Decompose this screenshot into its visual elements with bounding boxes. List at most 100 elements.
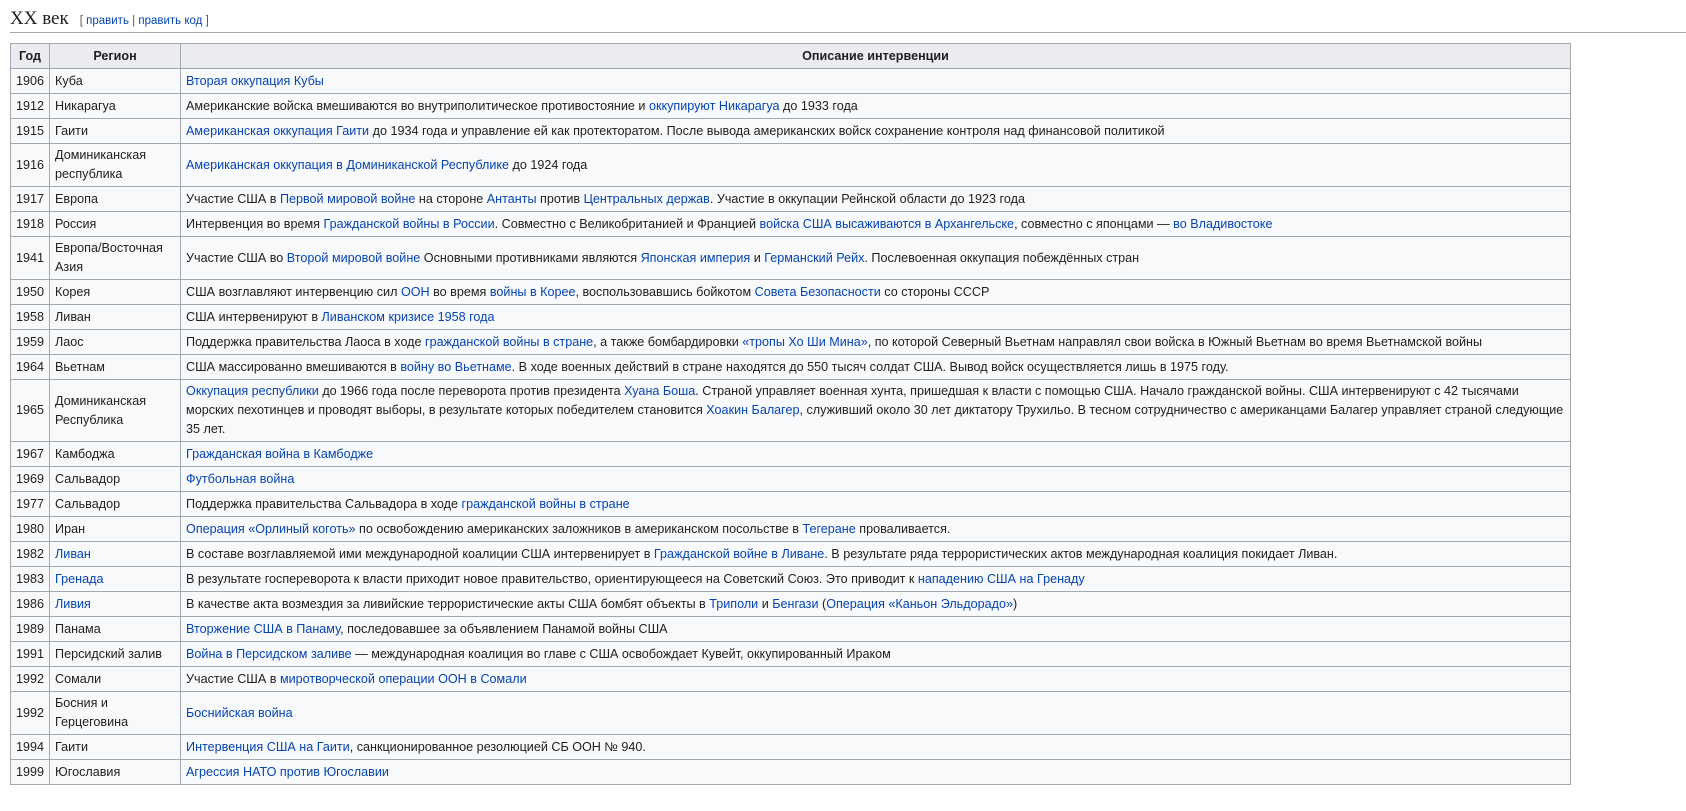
table-row: 1967 Камбоджа Гражданская война в Камбодже xyxy=(9,441,1572,467)
description-link[interactable]: Операция «Орлиный коготь» xyxy=(186,522,356,536)
table-header-row: Год Регион Описание интервенции xyxy=(9,43,1572,69)
region-text: Иран xyxy=(55,521,86,536)
description-link[interactable]: Ливанском кризисе 1958 года xyxy=(322,310,495,324)
header-region[interactable]: Регион xyxy=(49,43,182,69)
cell-year: 1912 xyxy=(9,93,51,119)
description-link[interactable]: Бенгази xyxy=(772,597,818,611)
cell-description: Поддержка правительства Сальвадора в ход… xyxy=(180,491,1572,517)
description-link[interactable]: во Владивостоке xyxy=(1173,217,1272,231)
region-link[interactable]: Гренада xyxy=(55,572,103,586)
cell-description: Поддержка правительства Лаоса в ходе гра… xyxy=(180,329,1572,355)
cell-region: Гаити xyxy=(49,118,182,144)
description-link[interactable]: Совета Безопасности xyxy=(755,285,881,299)
description-text: . Послевоенная оккупация побеждённых стр… xyxy=(864,250,1140,265)
description-link[interactable]: гражданской войны в стране xyxy=(462,497,630,511)
description-link[interactable]: Второй мировой войне xyxy=(287,251,421,265)
description-text: — международная коалиция во главе с США … xyxy=(351,646,891,661)
table-row: 1986 Ливия В качестве акта возмездия за ли… xyxy=(9,591,1572,617)
description-link[interactable]: ООН xyxy=(401,285,430,299)
region-text: Куба xyxy=(55,73,83,88)
description-link[interactable]: оккупируют Никарагуа xyxy=(649,99,780,113)
description-link[interactable]: Германский Рейх xyxy=(764,251,864,265)
description-link[interactable]: Футбольная война xyxy=(186,472,294,486)
description-link[interactable]: войска США высаживаются в Архангельске xyxy=(760,217,1015,231)
region-text: Сальвадор xyxy=(55,496,121,511)
description-text: США интервенируют в xyxy=(186,309,322,324)
description-link[interactable]: Боснийская война xyxy=(186,706,293,720)
description-link[interactable]: Триполи xyxy=(709,597,758,611)
description-link[interactable]: Оккупация республики xyxy=(186,384,319,398)
cell-year: 1969 xyxy=(9,466,51,492)
description-link[interactable]: Операция «Каньон Эльдорадо» xyxy=(826,597,1013,611)
description-link[interactable]: нападению США на Гренаду xyxy=(918,572,1085,586)
description-link[interactable]: Гражданской войне в Ливане xyxy=(654,547,824,561)
description-link[interactable]: Хуана Боша xyxy=(624,384,695,398)
description-link[interactable]: Гражданская война в Камбодже xyxy=(186,447,373,461)
description-link[interactable]: Первой мировой войне xyxy=(280,192,415,206)
description-link[interactable]: миротворческой операции ООН в Сомали xyxy=(280,672,527,686)
table-row: 1999 Югославия Агрессия НАТО против Югосла… xyxy=(9,759,1572,785)
description-text: , санкционированное резолюцией СБ ООН № … xyxy=(349,739,646,754)
description-text: проваливается. xyxy=(855,521,951,536)
cell-description: США интервенируют в Ливанском кризисе 19… xyxy=(180,304,1572,330)
description-link[interactable]: Война в Персидском заливе xyxy=(186,647,352,661)
region-link[interactable]: Ливия xyxy=(55,597,91,611)
cell-year: 1980 xyxy=(9,516,51,542)
description-link[interactable]: Вторая оккупация Кубы xyxy=(186,74,324,88)
cell-region: Европа/Восточная Азия xyxy=(49,236,182,280)
description-link[interactable]: Центральных держав xyxy=(584,192,710,206)
table-row: 1917 Европа Участие США в Первой мировой в… xyxy=(9,186,1572,212)
cell-description: В результате госпереворота к власти прих… xyxy=(180,566,1572,592)
description-link[interactable]: Американская оккупация Гаити xyxy=(186,124,369,138)
cell-region: Лаос xyxy=(49,329,182,355)
cell-description: Оккупация республики до 1966 года после … xyxy=(180,379,1572,442)
cell-year: 1906 xyxy=(9,68,51,94)
cell-year: 1967 xyxy=(9,441,51,467)
description-link[interactable]: Тегеране xyxy=(802,522,855,536)
description-text: Поддержка правительства Сальвадора в ход… xyxy=(186,496,462,511)
cell-region: Иран xyxy=(49,516,182,542)
description-link[interactable]: войны в Корее xyxy=(490,285,576,299)
description-link[interactable]: Хоакин Балагер xyxy=(706,403,799,417)
cell-region: Персидский залив xyxy=(49,641,182,667)
description-link[interactable]: войну во Вьетнаме xyxy=(400,360,511,374)
description-link[interactable]: «тропы Хо Ши Мина» xyxy=(742,335,867,349)
region-link[interactable]: Ливан xyxy=(55,547,91,561)
table-row: 1982 Ливан В составе возглавляемой ими меж… xyxy=(9,541,1572,567)
description-link[interactable]: Агрессия НАТО против Югославии xyxy=(186,765,389,779)
description-link[interactable]: Гражданской войны в России xyxy=(323,217,494,231)
cell-year: 1964 xyxy=(9,354,51,380)
region-text: Россия xyxy=(55,216,97,231)
description-text: по освобождению американских заложников … xyxy=(355,521,803,536)
description-link[interactable]: Американская оккупация в Доминиканской Р… xyxy=(186,158,509,172)
region-text: Корея xyxy=(55,284,91,299)
cell-description: В составе возглавляемой ими международно… xyxy=(180,541,1572,567)
description-link[interactable]: Интервенция США на Гаити xyxy=(186,740,350,754)
cell-description: Агрессия НАТО против Югославии xyxy=(180,759,1572,785)
description-text: до 1934 года и управление ей как протект… xyxy=(369,123,1165,138)
description-text: Американские войска вмешиваются во внутр… xyxy=(186,98,649,113)
description-text: . Участие в оккупации Рейнской области д… xyxy=(709,191,1025,206)
region-text: Европа xyxy=(55,191,98,206)
description-link[interactable]: гражданской войны в стране xyxy=(425,335,593,349)
cell-region: Куба xyxy=(49,68,182,94)
description-link[interactable]: Японская империя xyxy=(641,251,751,265)
table-row: 1906 Куба Вторая оккупация Кубы xyxy=(9,68,1572,94)
cell-year: 1917 xyxy=(9,186,51,212)
header-description[interactable]: Описание интервенции xyxy=(180,43,1572,69)
description-text: против xyxy=(536,191,584,206)
cell-description: Вторжение США в Панаму, последовавшее за… xyxy=(180,616,1572,642)
edit-link[interactable]: править xyxy=(86,15,129,27)
cell-year: 1983 xyxy=(9,566,51,592)
table-row: 1941 Европа/Восточная Азия Участие США во … xyxy=(9,236,1572,280)
description-text: , по которой Северный Вьетнам направлял … xyxy=(867,334,1483,349)
header-year[interactable]: Год xyxy=(9,43,51,69)
description-text: . В результате ряда террористических акт… xyxy=(824,546,1338,561)
cell-description: Американские войска вмешиваются во внутр… xyxy=(180,93,1572,119)
description-text: и xyxy=(750,250,765,265)
description-link[interactable]: Вторжение США в Панаму xyxy=(186,622,340,636)
description-link[interactable]: Антанты xyxy=(487,192,537,206)
section-title: XX век xyxy=(10,8,69,29)
cell-year: 1959 xyxy=(9,329,51,355)
edit-code-link[interactable]: править код xyxy=(138,15,202,27)
